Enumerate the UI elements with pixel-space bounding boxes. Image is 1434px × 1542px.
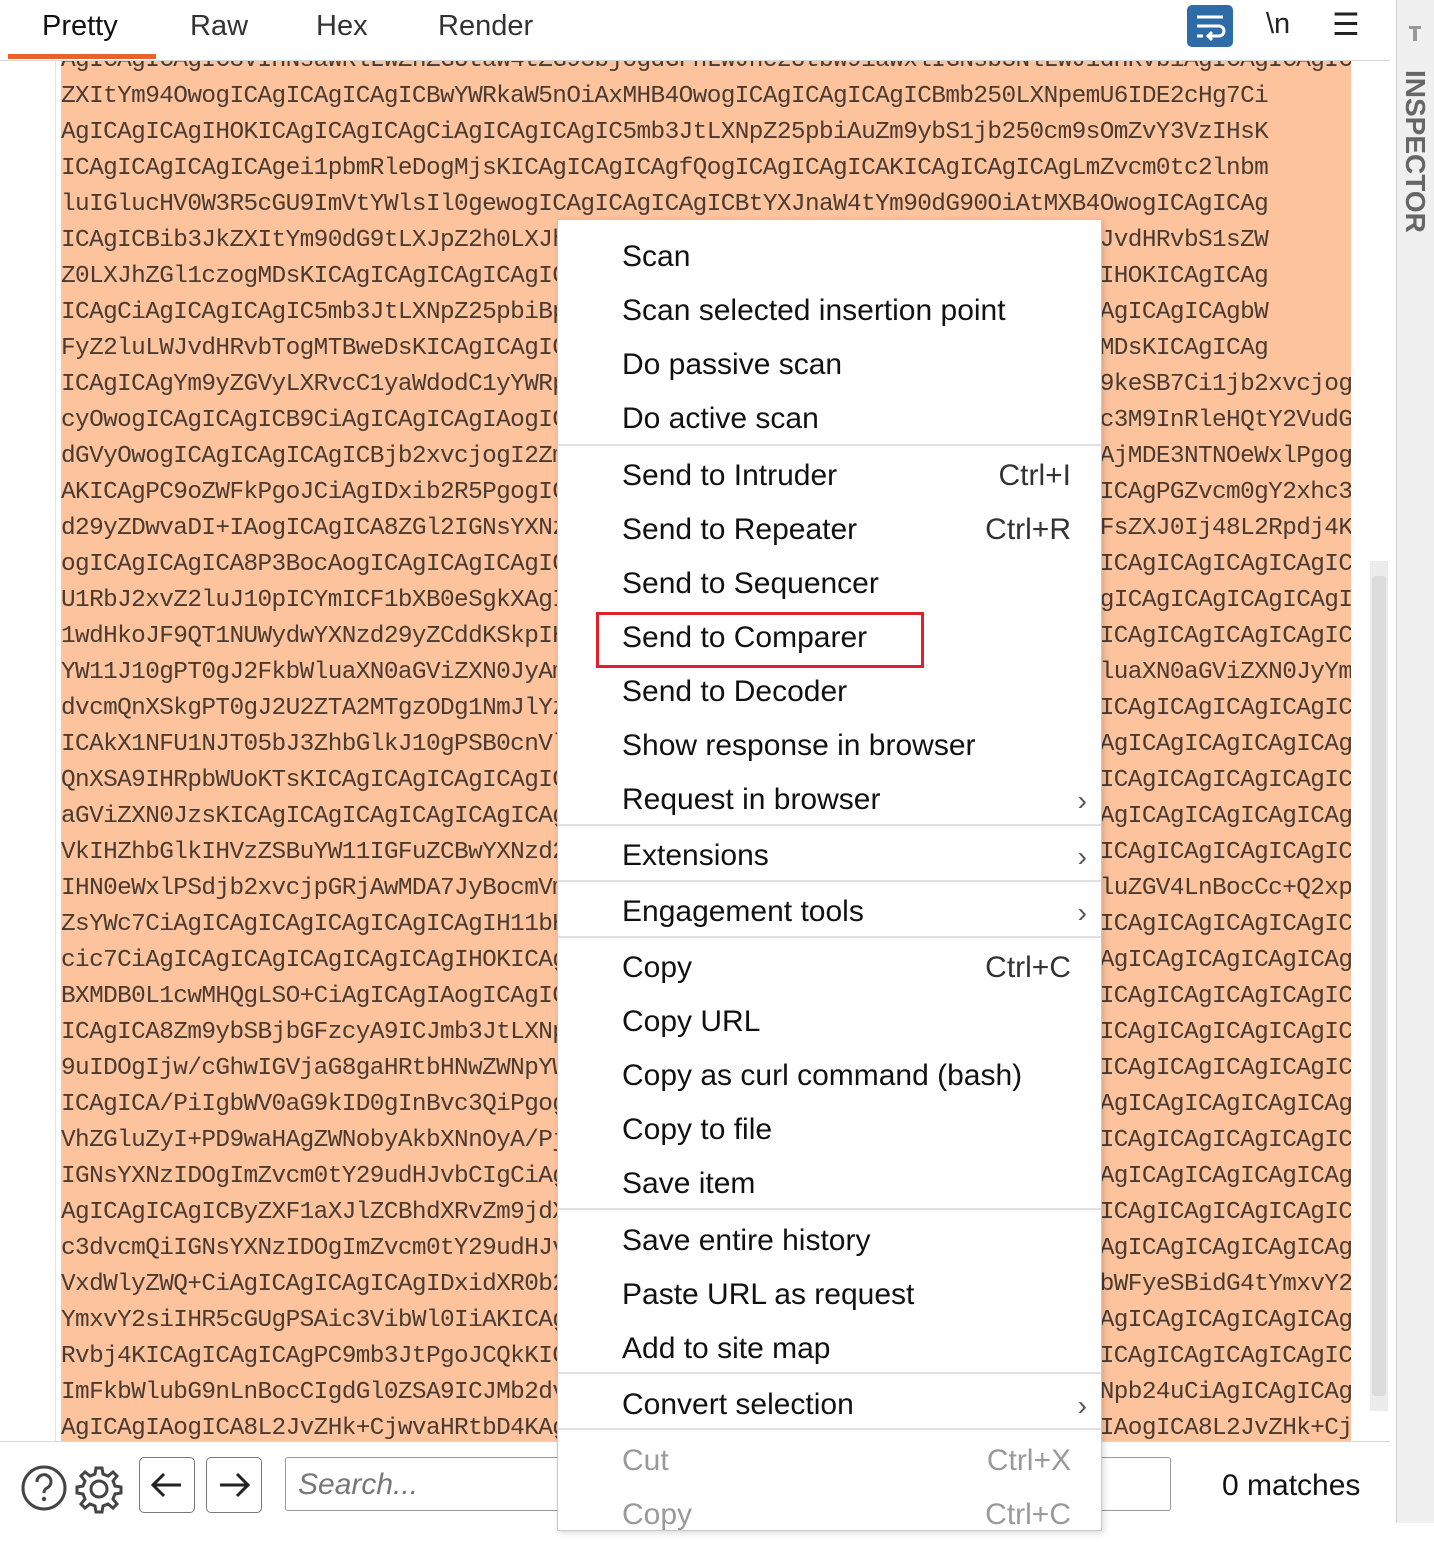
arrow-left-icon (150, 1472, 181, 1498)
menu-item-label: Send to Sequencer (622, 567, 879, 600)
menu-item-shortcut: Ctrl+I (998, 459, 1071, 492)
code-line: AgICAgICAgIHOKICAgICAgICAgCiAgICAgICAgIC… (61, 115, 1351, 151)
message-editor-tabbar: Pretty Raw Hex Render \n ☰ (0, 0, 1390, 61)
menu-item-label: Paste URL as request (622, 1278, 915, 1311)
menu-item-label: Scan selected insertion point (622, 294, 1006, 327)
menu-item-label: Add to site map (622, 1332, 831, 1365)
menu-item-copy-to-file[interactable]: Copy to file (558, 1103, 1101, 1157)
menu-item-scan[interactable]: Scan (558, 230, 1101, 284)
code-line: ICAgICAgICAgICAgei1pbmRleDogMjsKICAgICAg… (61, 151, 1351, 187)
tab-raw[interactable]: Raw (190, 10, 248, 43)
menu-item-label: Scan (622, 240, 691, 273)
tab-hex[interactable]: Hex (316, 10, 368, 43)
inspector-panel-collapsed[interactable]: INSPECTOR (1396, 0, 1434, 1523)
inspector-pin-icon[interactable] (1407, 22, 1423, 50)
code-line: ZXItYm94OwogICAgICAgICAgICBwYWRkaW5nOiAx… (61, 79, 1351, 115)
tab-render[interactable]: Render (438, 10, 533, 43)
menu-item-label: Send to Repeater (622, 513, 858, 546)
menu-item-copy-url[interactable]: Copy URL (558, 995, 1101, 1049)
menu-item-send-to-intruder[interactable]: Send to Intruder Ctrl+I (558, 449, 1101, 503)
menu-item-send-to-sequencer[interactable]: Send to Sequencer (558, 557, 1101, 611)
menu-item-label: Engagement tools (622, 895, 864, 928)
menu-item-request-in-browser[interactable]: Request in browser › (558, 773, 1101, 827)
menu-item-label: Copy (622, 951, 693, 984)
menu-item-copy-disabled: Copy Ctrl+C (558, 1488, 1101, 1542)
menu-item-do-active-scan[interactable]: Do active scan (558, 392, 1101, 446)
menu-item-convert-selection[interactable]: Convert selection › (558, 1378, 1101, 1432)
menu-item-label: Convert selection (622, 1388, 854, 1421)
menu-item-scan-selected-insertion-point[interactable]: Scan selected insertion point (558, 284, 1101, 338)
chevron-right-icon: › (1077, 841, 1087, 872)
code-line: AgICAgICAgIC8vIHNsaWRlLWZhZGUtaW4tZG93bj… (61, 61, 1351, 79)
highlight-annotation-box (596, 612, 924, 668)
menu-item-label: Send to Decoder (622, 675, 848, 708)
menu-item-shortcut: Ctrl+X (986, 1444, 1071, 1477)
menu-item-engagement-tools[interactable]: Engagement tools › (558, 885, 1101, 939)
menu-item-shortcut: Ctrl+R (985, 513, 1071, 546)
menu-item-label: Copy (622, 1498, 693, 1531)
menu-item-label: Request in browser (622, 783, 881, 816)
search-input[interactable] (296, 1464, 560, 1506)
menu-item-send-to-repeater[interactable]: Send to Repeater Ctrl+R (558, 503, 1101, 557)
menu-item-save-item[interactable]: Save item (558, 1157, 1101, 1211)
inspector-label[interactable]: INSPECTOR (1399, 70, 1431, 233)
chevron-right-icon: › (1077, 1390, 1087, 1421)
menu-item-label: Show response in browser (622, 729, 976, 762)
menu-item-do-passive-scan[interactable]: Do passive scan (558, 338, 1101, 392)
menu-item-extensions[interactable]: Extensions › (558, 829, 1101, 883)
next-match-button[interactable] (206, 1457, 262, 1513)
menu-item-send-to-decoder[interactable]: Send to Decoder (558, 665, 1101, 719)
menu-item-copy-as-curl[interactable]: Copy as curl command (bash) (558, 1049, 1101, 1103)
gear-icon[interactable] (74, 1464, 123, 1514)
menu-item-label: Copy URL (622, 1005, 761, 1038)
hamburger-menu-icon[interactable]: ☰ (1332, 7, 1360, 43)
chevron-right-icon: › (1077, 785, 1087, 816)
gutter-divider (55, 61, 56, 1441)
show-newlines-toggle[interactable]: \n (1266, 8, 1290, 41)
chevron-right-icon: › (1077, 897, 1087, 928)
menu-item-label: Extensions (622, 839, 769, 872)
menu-item-shortcut: Ctrl+C (985, 951, 1071, 984)
help-icon[interactable] (20, 1464, 67, 1511)
menu-item-shortcut: Ctrl+C (985, 1498, 1071, 1531)
text-wrap-icon[interactable] (1187, 5, 1233, 47)
menu-item-label: Copy as curl command (bash) (622, 1059, 1023, 1092)
tab-pretty[interactable]: Pretty (42, 10, 118, 43)
menu-item-paste-url-as-request[interactable]: Paste URL as request (558, 1268, 1101, 1322)
scrollbar-thumb[interactable] (1372, 576, 1386, 1396)
menu-item-show-response-in-browser[interactable]: Show response in browser (558, 719, 1101, 773)
menu-item-label: Send to Intruder (622, 459, 838, 492)
menu-item-add-to-site-map[interactable]: Add to site map (558, 1322, 1101, 1376)
menu-item-label: Save item (622, 1167, 756, 1200)
previous-match-button[interactable] (139, 1457, 195, 1513)
menu-item-cut: Cut Ctrl+X (558, 1434, 1101, 1488)
code-line: luIGlucHV0W3R5cGU9ImVtYWlsIl0gewogICAgIC… (61, 187, 1351, 223)
menu-item-label: Save entire history (622, 1224, 871, 1257)
context-menu: Scan Scan selected insertion point Do pass… (557, 219, 1102, 1531)
menu-item-label: Do passive scan (622, 348, 843, 381)
active-tab-indicator (8, 54, 156, 59)
menu-item-label: Do active scan (622, 402, 819, 435)
menu-item-label: Copy to file (622, 1113, 773, 1146)
menu-item-copy[interactable]: Copy Ctrl+C (558, 941, 1101, 995)
menu-item-save-entire-history[interactable]: Save entire history (558, 1214, 1101, 1268)
match-count: 0 matches (1222, 1469, 1361, 1502)
menu-item-label: Cut (622, 1444, 669, 1477)
arrow-right-icon (220, 1472, 251, 1498)
